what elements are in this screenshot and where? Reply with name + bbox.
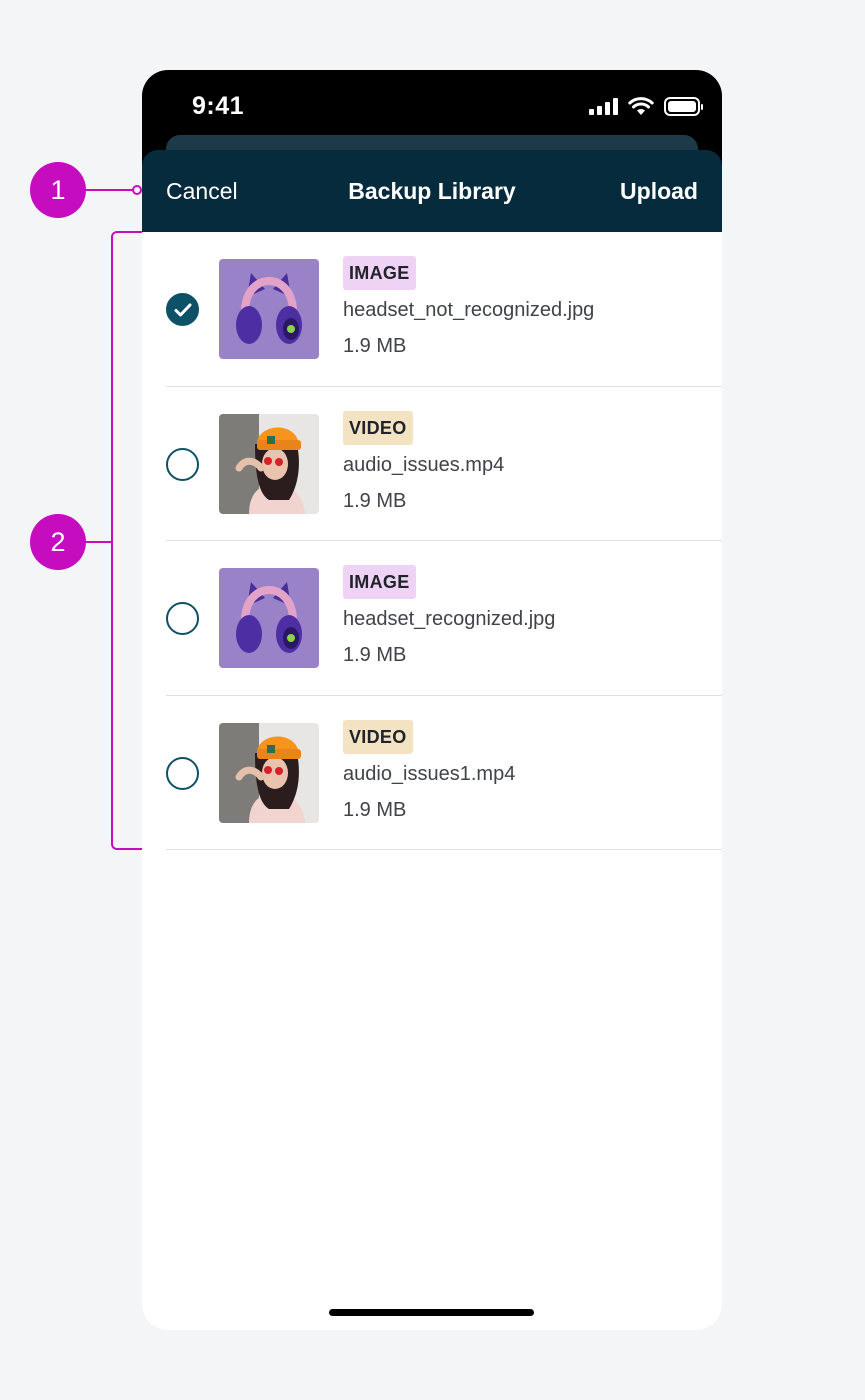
list-item[interactable]: IMAGE headset_not_recognized.jpg 1.9 MB (166, 232, 722, 387)
battery-icon (664, 96, 703, 116)
file-type-badge: IMAGE (343, 256, 416, 290)
annotation-bracket (111, 231, 143, 850)
annotation-leader-dot (132, 185, 142, 195)
list-item[interactable]: IMAGE headset_recognized.jpg 1.9 MB (166, 541, 722, 696)
file-type-badge: VIDEO (343, 719, 413, 754)
file-name: audio_issues.mp4 (343, 453, 505, 476)
file-size: 1.9 MB (343, 798, 407, 821)
file-meta: VIDEO audio_issues.mp4 1.9 MB (343, 410, 505, 513)
selection-radio[interactable] (166, 447, 199, 481)
upload-button[interactable]: Upload (620, 178, 698, 205)
file-size: 1.9 MB (343, 644, 407, 666)
annotation-badge-1: 1 (30, 162, 86, 218)
person-thumbnail (219, 413, 319, 514)
annotation-leader-2 (86, 541, 112, 543)
list-item[interactable]: VIDEO audio_issues.mp4 1.9 MB (166, 387, 722, 541)
list-item[interactable]: VIDEO audio_issues1.mp4 1.9 MB (166, 696, 722, 850)
file-meta: IMAGE headset_recognized.jpg 1.9 MB (343, 565, 555, 667)
selection-radio[interactable] (166, 756, 199, 790)
status-time: 9:41 (192, 92, 245, 120)
annotation-leader-1 (86, 189, 134, 191)
phone-frame: 9:41 Cancel Backup Library Upload IMAGE … (142, 70, 722, 1330)
file-meta: IMAGE headset_not_recognized.jpg 1.9 MB (343, 256, 594, 358)
status-icons (589, 96, 703, 116)
file-name: audio_issues1.mp4 (343, 762, 516, 785)
cancel-button[interactable]: Cancel (166, 178, 238, 205)
file-list: IMAGE headset_not_recognized.jpg 1.9 MB (142, 232, 722, 850)
home-indicator (329, 1309, 534, 1316)
wifi-icon (628, 97, 654, 115)
selection-radio[interactable] (166, 293, 199, 326)
headphones-thumbnail (219, 568, 319, 668)
file-name: headset_not_recognized.jpg (343, 299, 595, 321)
checkmark-icon (174, 303, 191, 316)
file-name: headset_recognized.jpg (343, 608, 556, 630)
navigation-bar: Cancel Backup Library Upload (142, 150, 722, 232)
file-size: 1.9 MB (343, 335, 407, 357)
file-size: 1.9 MB (343, 489, 407, 512)
cellular-signal-icon (589, 97, 618, 115)
person-thumbnail (219, 722, 319, 823)
file-type-badge: VIDEO (343, 410, 413, 445)
selection-radio[interactable] (166, 602, 199, 635)
annotation-badge-2: 2 (30, 514, 86, 570)
headphones-thumbnail (219, 259, 319, 359)
file-meta: VIDEO audio_issues1.mp4 1.9 MB (343, 719, 516, 822)
file-type-badge: IMAGE (343, 565, 416, 599)
